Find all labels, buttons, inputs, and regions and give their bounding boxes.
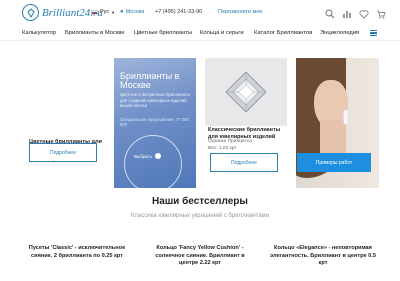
promo-choose-label: Выбрать — [134, 153, 153, 159]
promo-choose-link[interactable]: Выбрать — [134, 153, 162, 159]
main-nav: Калькулятор Бриллианты в Москве Цветные … — [0, 27, 400, 41]
menu-icon[interactable] — [370, 30, 377, 36]
bestsellers-title: Наши бестселлеры — [152, 196, 248, 207]
search-icon[interactable] — [325, 6, 335, 19]
nav-item-encyclopedia[interactable]: Энциклопедия — [320, 30, 359, 36]
colored-details-button[interactable]: Подробнее — [29, 143, 97, 162]
nav-item-rings-earrings[interactable]: Кольца и серьги — [200, 30, 244, 36]
nav-item-colored-diamonds[interactable]: Цветные бриллианты — [134, 30, 192, 36]
classic-details-button[interactable]: Подробнее — [210, 153, 278, 172]
callback-link[interactable]: Перезвоните мне — [218, 9, 262, 15]
nav-item-calculator[interactable]: Калькулятор — [22, 30, 56, 36]
card-shape-label: Огранка Принцесса — [208, 139, 252, 144]
phone-number[interactable]: +7 (495) 241-33-90 — [155, 9, 202, 15]
language-selector[interactable]: Рус ▼ — [91, 9, 115, 15]
favorites-icon[interactable] — [359, 6, 369, 19]
compare-icon[interactable] — [342, 6, 352, 18]
promo-description: Цветные и бесцветные бриллианты для созд… — [120, 92, 190, 109]
chevron-down-icon: ▼ — [111, 9, 116, 15]
product-title[interactable]: Кольцо 'Fancy Yellow Cushion' - солнечно… — [145, 245, 255, 268]
princess-diamond-image — [205, 58, 287, 126]
colored-diamonds-card: Цветные бриллианты для ювелирных изделий… — [22, 58, 112, 188]
product-title[interactable]: Кольцо «Elegance» - неповторимая элегант… — [268, 245, 378, 268]
cart-icon[interactable] — [376, 6, 386, 19]
russia-flag-icon — [91, 9, 98, 15]
location-pin-icon: ● — [120, 9, 124, 15]
language-label: Рус — [100, 9, 110, 15]
card-weight-label: Вес: 1.02 крт — [208, 146, 237, 151]
promo-title: Бриллианты в Москве — [120, 71, 180, 91]
earring-image — [344, 110, 347, 124]
nav-item-diamonds-moscow[interactable]: Бриллианты в Москве — [65, 30, 125, 36]
moscow-promo-card[interactable]: Бриллианты в Москве Цветные и бесцветные… — [114, 58, 196, 193]
nav-item-catalog[interactable]: Каталог Бриллиантов — [254, 30, 312, 36]
work-examples-button[interactable]: Примеры работ — [297, 153, 371, 172]
header-icons — [325, 6, 386, 19]
arrow-right-icon — [155, 153, 162, 159]
header: Brilliant24.ru Рус ▼ ● Москва +7 (495) 2… — [0, 0, 400, 25]
product-title[interactable]: Пусеты 'Classic' - исключительное сияние… — [22, 245, 132, 260]
bestsellers-subtitle: Классика ювелирных украшений с бриллиант… — [130, 213, 270, 219]
logo-ring-icon — [22, 4, 39, 21]
city-selector[interactable]: ● Москва — [120, 9, 144, 15]
promo-circle-decoration — [124, 135, 182, 193]
promo-offer: Специальное предложение: 77 000 000 — [120, 117, 189, 127]
city-label: Москва — [125, 9, 145, 15]
